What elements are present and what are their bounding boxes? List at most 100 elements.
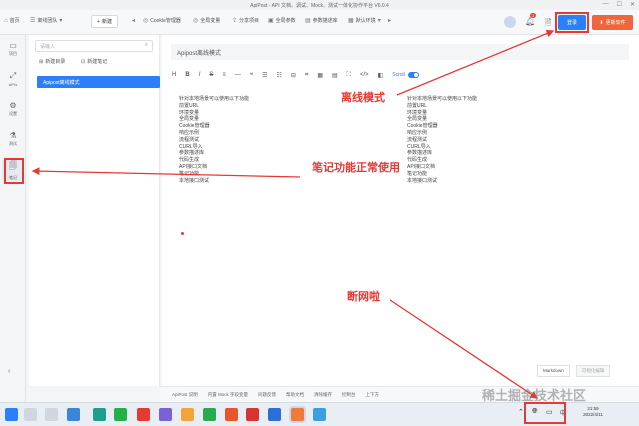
edge-icon[interactable] <box>93 408 106 421</box>
tray-arrow-icon[interactable]: ⌃ <box>518 408 524 416</box>
gear-icon: ⚙ <box>9 101 17 110</box>
align-icon[interactable]: ≡ <box>222 72 226 78</box>
nav-item-test[interactable]: ⚗ 测试 <box>2 131 24 147</box>
tab-cookie-manager[interactable]: ◎ Cookie管理器 <box>143 17 181 24</box>
new-button[interactable]: + 新建 <box>91 15 118 28</box>
app-green-icon[interactable] <box>203 408 216 421</box>
nav-item-project[interactable]: ▭ 项目 <box>2 41 24 57</box>
table-icon[interactable]: ▦ <box>317 72 323 79</box>
watermark: 稀土掘金技术社区 <box>482 388 587 403</box>
globe-icon: ◎ <box>193 18 199 24</box>
status-item-feedback[interactable]: 问题反馈 <box>258 392 276 398</box>
chevron-down-icon: ▾ <box>59 18 63 24</box>
code-block-icon[interactable]: ⌗ <box>305 72 308 79</box>
status-item-clear-cache[interactable]: 清除缓存 <box>314 392 332 398</box>
avatar[interactable] <box>504 16 516 28</box>
system-clock[interactable]: 21:59 2022/4/11 <box>574 406 612 418</box>
environment-selector[interactable]: ▦ 默认环境 ▾ <box>348 17 381 24</box>
minimize-icon[interactable]: — <box>603 1 609 8</box>
ol-icon[interactable]: ☷ <box>277 72 282 79</box>
maximize-icon[interactable]: ☐ <box>617 1 622 8</box>
folder-icon: ▭ <box>9 41 17 50</box>
collapse-icon[interactable]: ‹ <box>8 368 10 375</box>
tab-nav-left[interactable]: ◂ <box>132 17 135 24</box>
app-red-icon[interactable] <box>137 408 150 421</box>
preview-line: API接口文档 <box>407 163 436 170</box>
start-icon[interactable] <box>5 408 18 421</box>
new-note-button[interactable]: ⊡ 新建笔记 <box>81 58 107 66</box>
status-item-layout[interactable]: 上下方 <box>366 392 380 398</box>
scroll-sync-toggle[interactable]: Scroll <box>392 72 419 78</box>
left-navigation: ▭ 项目 ⤢ APIs ⚙ 设置 ⚗ 测试 🗐 笔记 ‹ <box>0 35 26 402</box>
toggle-switch <box>407 72 419 78</box>
tab-share-project[interactable]: ⇪ 分享项目 <box>232 17 259 24</box>
hr-icon[interactable]: — <box>235 72 241 78</box>
chevron-right-icon: ▸ <box>388 18 392 24</box>
task-view-icon[interactable] <box>45 408 58 421</box>
update-button[interactable]: ⬇ 更新软件 <box>592 15 633 30</box>
heading-icon[interactable]: H <box>172 72 176 78</box>
tab-nav-right[interactable]: ▸ <box>388 17 391 24</box>
network-highlight-box <box>524 402 566 424</box>
window-title: ApiPost - API 文档、调试、Mock、测试一体化协作平台 V6.0.… <box>250 2 389 9</box>
bell-icon[interactable]: 🔔︎ 1 <box>525 13 537 26</box>
nav-item-apis[interactable]: ⤢ APIs <box>2 71 24 87</box>
tab-visual-editor[interactable]: 可视化编辑 <box>575 365 611 377</box>
tab-markdown[interactable]: Markdown <box>537 365 570 377</box>
preview-line: 前置URL <box>407 102 428 109</box>
note-title-input[interactable]: Apipost离线模式 <box>171 44 629 60</box>
annotation-disconnected: 断网啦 <box>347 291 380 303</box>
wechat-icon[interactable] <box>114 408 127 421</box>
apipost-taskbar-icon[interactable] <box>291 408 304 421</box>
search-icon[interactable] <box>24 408 37 421</box>
new-folder-button[interactable]: ⊞ 新建目录 <box>39 58 65 66</box>
app-orange-icon[interactable] <box>225 408 238 421</box>
team-selector[interactable]: ☰ 离线团队 ▾ <box>30 17 62 24</box>
tab-global-params[interactable]: ▣ 全局参数 <box>268 17 296 24</box>
folder-app-icon[interactable] <box>181 408 194 421</box>
status-item-help[interactable]: ApiPost 说明 <box>172 392 198 398</box>
search-icon: ⌕ <box>144 42 148 48</box>
tab-param-library[interactable]: ▤ 参数描述库 <box>305 17 338 24</box>
preview-line: 笔记功能 <box>407 170 428 177</box>
preview-line: 参数描述库 <box>407 150 433 157</box>
content-line: 本地接口测试 <box>179 177 210 184</box>
notes-search-input[interactable]: 请输入 ⌕ <box>35 40 153 52</box>
chevron-left-icon: ◂ <box>132 18 136 24</box>
app-purple-icon[interactable] <box>159 408 172 421</box>
strikethrough-icon[interactable]: S <box>209 72 213 78</box>
app-red2-icon[interactable] <box>246 408 259 421</box>
ul-icon[interactable]: ☰ <box>262 72 267 79</box>
fullscreen-icon[interactable]: ⛶ <box>347 72 351 79</box>
library-icon: ▤ <box>305 18 311 24</box>
text-cursor <box>181 232 184 235</box>
status-item-docs[interactable]: 帮助文档 <box>286 392 304 398</box>
close-icon[interactable]: ✕ <box>630 1 635 8</box>
bold-icon[interactable]: B <box>185 72 189 78</box>
italic-icon[interactable]: I <box>199 72 201 78</box>
tab-global-vars[interactable]: ◎ 全局变量 <box>193 17 220 24</box>
note-editor: Apipost离线模式 H B I S ≡ — ❝ ☰ ☷ ⊟ ⌗ ▦ ▤ ⛶ … <box>162 35 639 386</box>
login-highlight-box <box>555 12 589 33</box>
document-icon[interactable]: 🗎 <box>545 17 551 31</box>
app-blue-icon[interactable] <box>268 408 281 421</box>
home-button[interactable]: ⌂ 首页 <box>4 17 20 25</box>
content-line: CURL导入 <box>179 143 203 150</box>
widgets-icon[interactable] <box>67 408 80 421</box>
preview-icon[interactable]: ◧ <box>378 72 384 79</box>
quote-icon[interactable]: ❝ <box>250 72 253 79</box>
top-toolbar: ⌂ 首页 ☰ 离线团队 ▾ + 新建 ◂ ◎ Cookie管理器 ◎ 全局变量 ⇪ 分… <box>0 10 639 35</box>
editor-toolbar: H B I S ≡ — ❝ ☰ ☷ ⊟ ⌗ ▦ ▤ ⛶ </> ◧ Scroll <box>172 70 632 80</box>
content-line: 参数描述库 <box>179 150 205 157</box>
window-titlebar: ApiPost - API 文档、调试、Mock、测试一体化协作平台 V6.0.… <box>0 0 639 10</box>
code-icon[interactable]: </> <box>360 72 369 78</box>
app-cyan-icon[interactable] <box>313 408 326 421</box>
image-icon[interactable]: ▤ <box>332 72 338 79</box>
note-list-item-selected[interactable]: Apipost离线模式 <box>37 76 160 88</box>
plus-icon: + <box>97 18 100 25</box>
checklist-icon[interactable]: ⊟ <box>291 72 296 79</box>
preview-line: 本地接口测试 <box>407 177 438 184</box>
nav-item-settings[interactable]: ⚙ 设置 <box>2 101 24 117</box>
status-item-console[interactable]: 控制台 <box>342 392 356 398</box>
status-item-mock[interactable]: 内置 Mock 字段变量 <box>208 392 248 398</box>
